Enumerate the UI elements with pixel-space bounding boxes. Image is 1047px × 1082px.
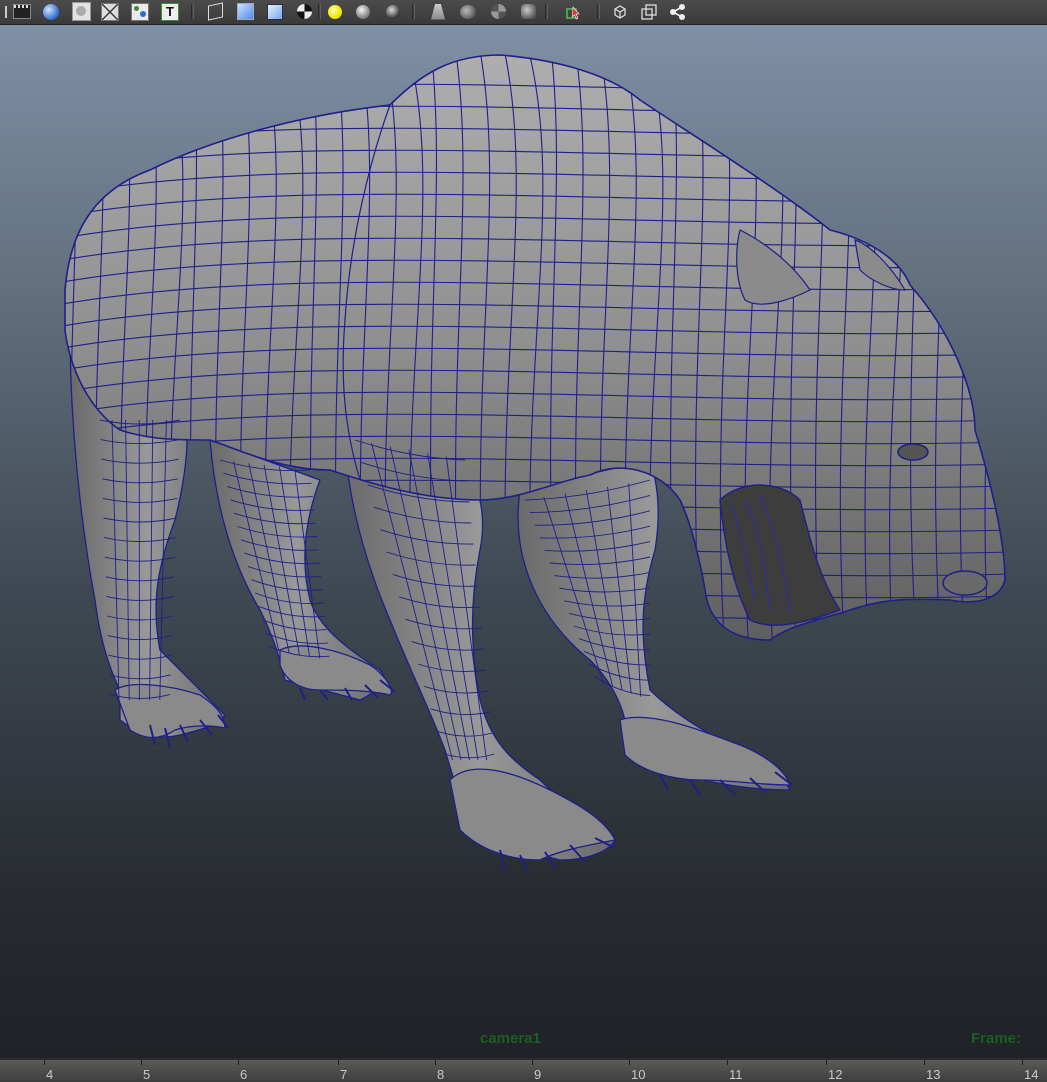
xray-shaded-button[interactable] xyxy=(265,2,285,21)
bear-wireframe-model[interactable] xyxy=(0,25,1047,1058)
toolbar-separator xyxy=(412,4,415,19)
xray-joints-icon xyxy=(641,3,657,20)
ambient-occlusion-button[interactable] xyxy=(428,2,448,21)
shadows-icon xyxy=(386,4,400,19)
flat-shade-icon xyxy=(71,2,91,21)
frame-hud: Frame: xyxy=(971,1030,1022,1047)
ambient-occlusion-icon xyxy=(431,3,445,20)
viewport-toolbar: T xyxy=(0,0,1047,25)
isolate-select-button[interactable] xyxy=(564,2,584,21)
shadows-button[interactable] xyxy=(383,2,403,21)
checker-icon xyxy=(296,4,312,19)
text-icon: T xyxy=(161,2,179,21)
smooth-shade-all-icon xyxy=(43,3,59,20)
share-icon xyxy=(669,3,687,21)
depth-of-field-icon xyxy=(520,4,536,19)
shaded-button[interactable] xyxy=(235,2,255,21)
wireframe-shaded-button[interactable] xyxy=(100,2,120,21)
all-lights-icon xyxy=(356,4,370,19)
film-icon xyxy=(13,4,31,19)
depth-of-field-button[interactable] xyxy=(518,2,538,21)
toolbar-separator xyxy=(191,4,194,19)
text-button[interactable]: T xyxy=(160,2,180,21)
all-lights-button[interactable] xyxy=(353,2,373,21)
motion-blur-button[interactable] xyxy=(458,2,478,21)
toolbar-separator xyxy=(597,4,600,19)
shaded-cube-icon xyxy=(236,3,254,20)
film-gate-button[interactable] xyxy=(12,2,32,21)
wireframe-on-shaded-icon xyxy=(101,2,119,21)
wireframe-button[interactable] xyxy=(205,2,225,21)
flat-shade-button[interactable] xyxy=(71,2,91,21)
textured-icon xyxy=(131,2,149,21)
anti-alias-button[interactable] xyxy=(488,2,508,21)
wireframe-cube-icon xyxy=(207,2,223,21)
toolbar-separator xyxy=(318,4,321,19)
isolate-select-icon xyxy=(566,4,582,20)
default-light-icon xyxy=(328,4,342,19)
menu-icon xyxy=(0,5,7,18)
toolbar-separator xyxy=(545,4,548,19)
motion-blur-icon xyxy=(460,4,476,19)
anti-alias-icon xyxy=(490,4,506,19)
checker-button[interactable] xyxy=(294,2,314,21)
xray-joints-button[interactable] xyxy=(639,2,659,21)
time-slider[interactable]: 4 5 6 7 8 9 10 11 12 13 14 xyxy=(0,1058,1047,1082)
panel-menu-button[interactable] xyxy=(0,2,12,21)
smooth-shade-button[interactable] xyxy=(41,2,61,21)
xray-button[interactable] xyxy=(610,2,630,21)
xray-cube-icon xyxy=(267,3,283,20)
bear-body xyxy=(64,54,1006,641)
xray-icon xyxy=(612,4,628,20)
share-button[interactable] xyxy=(668,2,688,21)
3d-viewport[interactable]: camera1 Frame: xyxy=(0,25,1047,1058)
camera-name-hud: camera1 xyxy=(480,1030,541,1047)
default-light-button[interactable] xyxy=(325,2,345,21)
textured-button[interactable] xyxy=(130,2,150,21)
